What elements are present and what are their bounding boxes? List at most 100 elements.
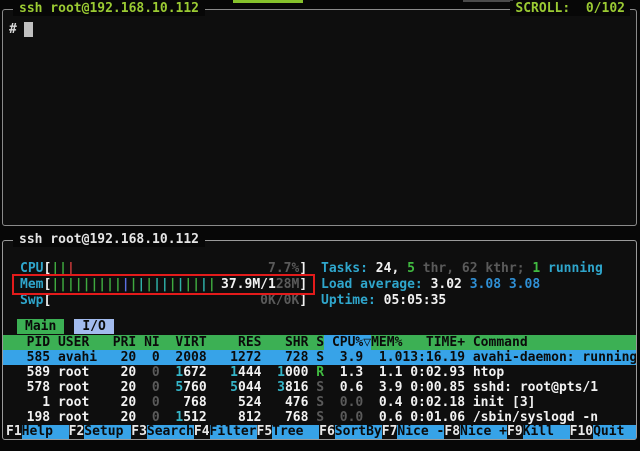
fkey-f5[interactable]: F5 bbox=[257, 425, 273, 439]
bar-tick: | bbox=[67, 261, 75, 276]
fkey-f4[interactable]: F4 bbox=[194, 425, 210, 439]
shell-prompt-line[interactable]: # bbox=[9, 22, 33, 37]
meter-used: 37.9M/1 bbox=[221, 277, 276, 292]
process-row[interactable]: 589 root 20 0 1672 1444 1000 R 1.3 1.1 0… bbox=[3, 365, 636, 380]
fkey-label-quit[interactable]: Quit bbox=[593, 425, 636, 439]
process-row[interactable]: 585 avahi 20 0 2008 1272 728 S 3.9 1.013… bbox=[3, 350, 636, 365]
fkey-f7[interactable]: F7 bbox=[382, 425, 398, 439]
meter-mem-value: 37.9M/128M bbox=[221, 277, 299, 293]
meter-swp: Swp[0K/0K] bbox=[20, 293, 307, 309]
cell-mem: 3.9 bbox=[363, 380, 402, 395]
bar-tick: | bbox=[75, 277, 83, 292]
cell-cpu: 1.3 bbox=[324, 365, 363, 380]
meter-cpu-bar: |||7.7% bbox=[51, 261, 299, 277]
terminal-cursor bbox=[24, 22, 33, 37]
meter-mem-label: Mem bbox=[20, 277, 43, 293]
bracket-close: ] bbox=[299, 293, 307, 309]
process-row[interactable]: 1 root 20 0 768 524 476 S 0.0 0.4 0:02.1… bbox=[3, 395, 636, 410]
process-table-header[interactable]: PID USER PRI NI VIRT RES SHR S CPU%▽MEM%… bbox=[3, 335, 636, 350]
tasks-line-segment: 24 bbox=[376, 261, 392, 276]
header-cell-shr: SHR bbox=[262, 335, 309, 350]
cell-mem: 1.0 bbox=[363, 350, 402, 365]
cell-gap bbox=[465, 410, 473, 425]
bar-tick: | bbox=[114, 277, 122, 292]
header-cell-pid: PID bbox=[11, 335, 50, 350]
bracket-close: ] bbox=[299, 277, 307, 293]
fkey-label-tree[interactable]: Tree bbox=[272, 425, 319, 439]
cell-pid: 1 bbox=[11, 395, 50, 410]
cell-shr: 728 bbox=[262, 350, 309, 365]
meter-cpu: CPU[|||7.7%] bbox=[20, 261, 307, 277]
bracket-open: [ bbox=[43, 261, 51, 277]
fkey-label-filter[interactable]: Filter bbox=[210, 425, 257, 439]
tasks-line: Tasks: 24, 5 thr, 62 kthr; 1 running bbox=[321, 261, 603, 277]
cell-res: 044 bbox=[238, 380, 261, 395]
load-average-line-segment: 3.08 bbox=[470, 277, 509, 292]
cell-s: R bbox=[316, 365, 324, 380]
fkey-label-setup[interactable]: Setup bbox=[84, 425, 131, 439]
fkey-f3[interactable]: F3 bbox=[131, 425, 147, 439]
fkey-label-search[interactable]: Search bbox=[147, 425, 194, 439]
cell-cmd: sshd: root@pts/1 bbox=[473, 380, 598, 395]
cell-res-prefix: 1 bbox=[207, 365, 238, 380]
cell-pri: 20 bbox=[105, 365, 136, 380]
fkey-label-sortby[interactable]: SortBy bbox=[335, 425, 382, 439]
htop-tabs: Main I/O bbox=[17, 319, 114, 334]
cell-pid: 589 bbox=[11, 365, 50, 380]
tab-main[interactable]: Main bbox=[17, 319, 64, 334]
meter-mem-bar: |||||||||||||||||||||37.9M/128M bbox=[51, 277, 299, 293]
process-row[interactable]: 578 root 20 0 5760 5044 3816 S 0.6 3.9 0… bbox=[3, 380, 636, 395]
cell-mem: 0.6 bbox=[363, 410, 402, 425]
cell-shr: 000 bbox=[285, 365, 308, 380]
tasks-line-segment: Tasks: bbox=[321, 261, 376, 276]
bar-tick: | bbox=[98, 277, 106, 292]
cell-mem: 0.4 bbox=[363, 395, 402, 410]
fkey-f9[interactable]: F9 bbox=[507, 425, 523, 439]
fkey-label-nice-[interactable]: Nice - bbox=[397, 425, 444, 439]
cell-pri: 20 bbox=[105, 410, 136, 425]
fkey-f8[interactable]: F8 bbox=[444, 425, 460, 439]
cell-shr: 476 bbox=[262, 395, 309, 410]
cell-cmd: /sbin/syslogd -n bbox=[473, 410, 598, 425]
cell-s: S bbox=[316, 410, 324, 425]
header-cell-mem: MEM% bbox=[371, 335, 402, 350]
htop-meters: CPU[|||7.7%]Mem[|||||||||||||||||||||37.… bbox=[20, 261, 307, 309]
tab-i-o[interactable]: I/O bbox=[74, 319, 113, 334]
bar-tick: | bbox=[106, 277, 114, 292]
fkey-label-help[interactable]: Help bbox=[22, 425, 69, 439]
cell-pri: 20 bbox=[105, 395, 136, 410]
load-average-line: Load average: 3.02 3.08 3.08 bbox=[321, 277, 603, 293]
header-cell-virt: VIRT bbox=[160, 335, 207, 350]
terminal-pane-bottom[interactable]: ssh root@192.168.10.112 CPU[|||7.7%]Mem[… bbox=[2, 240, 637, 440]
cell-virt-prefix: 1 bbox=[160, 410, 183, 425]
cell-user: root bbox=[58, 365, 105, 380]
cell-s: S bbox=[316, 395, 324, 410]
load-average-line-segment: Load average: bbox=[321, 277, 431, 292]
fkey-label-kill[interactable]: Kill bbox=[523, 425, 570, 439]
fkey-f10[interactable]: F10 bbox=[570, 425, 593, 439]
pane-title-bottom: ssh root@192.168.10.112 bbox=[13, 232, 205, 247]
terminal-pane-top[interactable]: ssh root@192.168.10.112 SCROLL: 0/102 # bbox=[2, 9, 637, 226]
process-row[interactable]: 198 root 20 0 1512 812 768 S 0.0 0.6 0:0… bbox=[3, 410, 636, 425]
tasks-line-segment: running bbox=[540, 261, 603, 276]
tasks-line-segment: thr, bbox=[415, 261, 462, 276]
scroll-label: SCROLL: bbox=[515, 1, 570, 16]
meter-total: 28M bbox=[276, 277, 299, 292]
meter-mem: Mem[|||||||||||||||||||||37.9M/128M] bbox=[20, 277, 307, 293]
cell-gap bbox=[50, 365, 58, 380]
bar-tick: | bbox=[145, 277, 153, 292]
cell-time: 0:00.85 bbox=[402, 380, 465, 395]
cell-virt: 672 bbox=[183, 365, 206, 380]
fkey-f1[interactable]: F1 bbox=[6, 425, 22, 439]
scroll-gap bbox=[570, 1, 586, 16]
header-gap bbox=[465, 335, 473, 350]
cell-gap bbox=[465, 350, 473, 365]
scroll-value: 0/102 bbox=[586, 1, 625, 16]
fkey-label-nice-[interactable]: Nice + bbox=[460, 425, 507, 439]
cell-s: S bbox=[316, 380, 324, 395]
cell-cpu: 3.9 bbox=[324, 350, 363, 365]
header-cell-s: S bbox=[316, 335, 324, 350]
tasks-line-segment: 62 kthr; bbox=[462, 261, 532, 276]
fkey-f6[interactable]: F6 bbox=[319, 425, 335, 439]
fkey-f2[interactable]: F2 bbox=[69, 425, 85, 439]
